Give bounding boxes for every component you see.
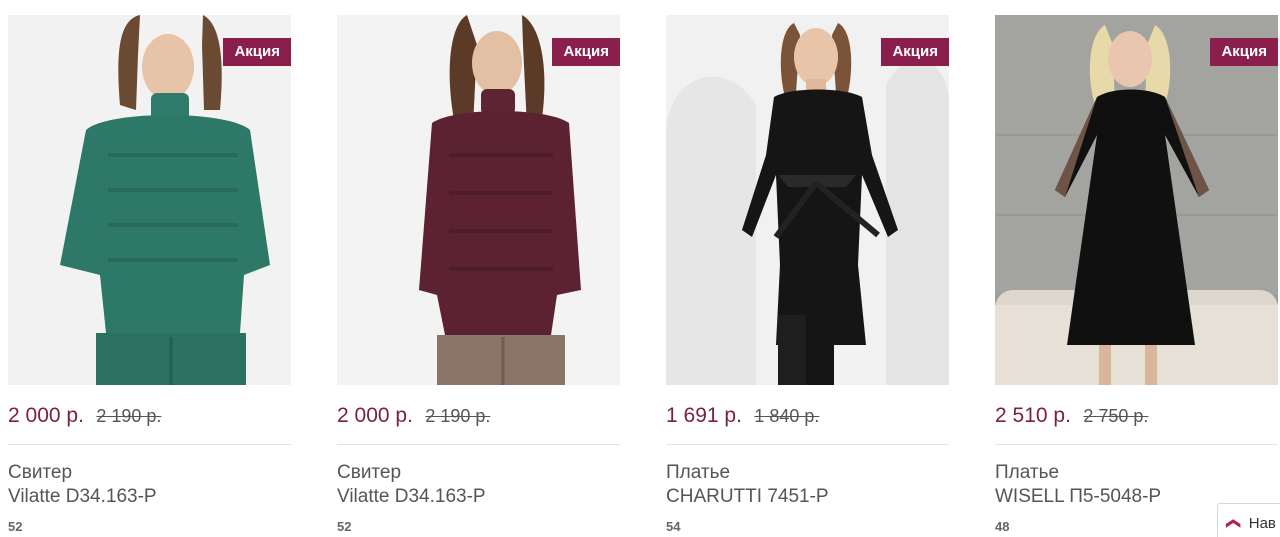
product-photo[interactable]: Акция (8, 15, 291, 385)
product-name: Vilatte D34.163-P (337, 486, 486, 507)
product-size: 54 (666, 519, 681, 534)
price-row: 2 000 р. 2 190 р. (337, 404, 620, 445)
current-price: 2 000 р. (337, 404, 413, 427)
chevron-up-icon: ❮ (1226, 517, 1243, 529)
product-photo[interactable]: Акция (995, 15, 1278, 385)
product-title[interactable]: Платье WISELL П5-5048-P (995, 461, 1278, 509)
old-price: 2 750 р. (1083, 406, 1149, 426)
product-name: Vilatte D34.163-P (8, 486, 157, 507)
price-row: 2 000 р. 2 190 р. (8, 404, 291, 445)
promo-badge: Акция (223, 38, 291, 66)
product-type: Платье (666, 462, 731, 483)
product-photo[interactable]: Акция (666, 15, 949, 385)
old-price: 2 190 р. (96, 406, 162, 426)
current-price: 1 691 р. (666, 404, 742, 427)
product-title[interactable]: Свитер Vilatte D34.163-P (8, 461, 291, 509)
product-card[interactable]: Акция 2 000 р. 2 190 р. Свитер Vilatte D… (337, 15, 620, 534)
product-size: 48 (995, 519, 1010, 534)
product-size: 52 (337, 519, 352, 534)
product-type: Платье (995, 462, 1060, 483)
promo-badge: Акция (1210, 38, 1278, 66)
product-card[interactable]: Акция 2 510 р. 2 750 р. Платье WISELL П5… (995, 15, 1278, 534)
product-card[interactable]: Акция 2 000 р. 2 190 р. Свитер Vilatte D… (8, 15, 291, 534)
scroll-nav-button[interactable]: ❮ Нав (1217, 503, 1280, 537)
price-row: 1 691 р. 1 840 р. (666, 404, 949, 445)
product-type: Свитер (8, 462, 73, 483)
product-type: Свитер (337, 462, 402, 483)
product-title[interactable]: Платье CHARUTTI 7451-P (666, 461, 949, 509)
promo-badge: Акция (552, 38, 620, 66)
nav-button-label: Нав (1248, 514, 1276, 532)
product-photo[interactable]: Акция (337, 15, 620, 385)
product-title[interactable]: Свитер Vilatte D34.163-P (337, 461, 620, 509)
promo-badge: Акция (881, 38, 949, 66)
product-card[interactable]: Акция 1 691 р. 1 840 р. Платье CHARUTTI … (666, 15, 949, 534)
old-price: 2 190 р. (425, 406, 491, 426)
old-price: 1 840 р. (754, 406, 820, 426)
product-size: 52 (8, 519, 23, 534)
current-price: 2 000 р. (8, 404, 84, 427)
product-grid: Акция 2 000 р. 2 190 р. Свитер Vilatte D… (0, 0, 1280, 537)
current-price: 2 510 р. (995, 404, 1071, 427)
product-name: CHARUTTI 7451-P (666, 486, 829, 507)
price-row: 2 510 р. 2 750 р. (995, 404, 1278, 445)
